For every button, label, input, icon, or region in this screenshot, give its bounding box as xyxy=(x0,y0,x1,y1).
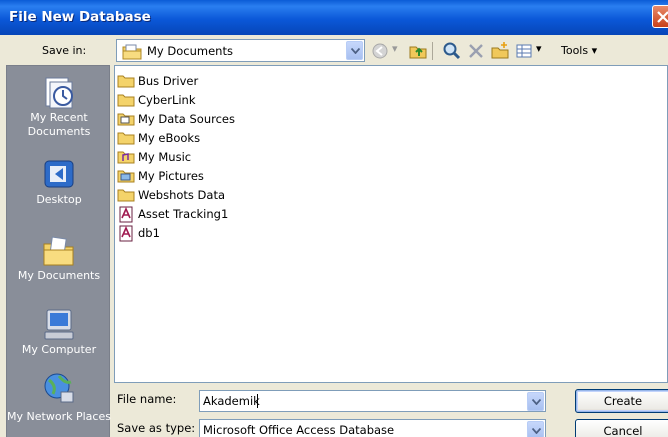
file-name: My Pictures xyxy=(138,169,204,183)
window-title: File New Database xyxy=(9,9,151,25)
chevron-down-icon xyxy=(532,399,541,405)
title-bar[interactable]: File New Database xyxy=(0,0,668,35)
toolbar: ▾ ▾ Tools ▾ xyxy=(368,40,668,62)
folder-icon xyxy=(117,94,135,107)
my-documents-folder-icon xyxy=(122,44,142,60)
search-web-icon xyxy=(443,42,461,60)
place-desktop[interactable]: Desktop xyxy=(7,158,111,210)
text-caret xyxy=(257,394,258,408)
delete-icon xyxy=(469,44,483,58)
close-button[interactable] xyxy=(652,5,668,28)
close-icon xyxy=(657,11,668,23)
music-folder-icon xyxy=(117,151,135,164)
back-dropdown-icon[interactable]: ▾ xyxy=(392,42,398,55)
file-name: db1 xyxy=(138,226,160,240)
cancel-button-label: Cancel xyxy=(603,424,643,437)
my-computer-icon xyxy=(44,309,74,340)
save-as-type-value: Microsoft Office Access Database xyxy=(203,423,395,437)
file-name: Webshots Data xyxy=(138,188,226,202)
folder-icon xyxy=(117,189,135,202)
access-database-icon xyxy=(119,225,133,242)
places-bar: My Recent Documents Desktop My Documents… xyxy=(6,65,111,437)
file-name: Bus Driver xyxy=(138,74,199,88)
views-button[interactable] xyxy=(514,41,534,61)
file-name: CyberLink xyxy=(138,93,196,107)
access-database-icon xyxy=(119,206,133,223)
file-name: Asset Tracking1 xyxy=(138,207,229,221)
file-name-dropdown-arrow[interactable] xyxy=(527,392,544,411)
file-name-value: Akademik xyxy=(203,394,260,408)
place-label: My Documents xyxy=(17,269,101,282)
new-folder-icon xyxy=(491,42,509,59)
file-name: My eBooks xyxy=(138,131,201,145)
back-button[interactable] xyxy=(370,41,390,61)
recent-documents-icon xyxy=(45,77,73,109)
delete-button[interactable] xyxy=(466,41,486,61)
place-label: My Computer xyxy=(21,343,97,356)
views-icon xyxy=(516,44,532,58)
create-button[interactable]: Create xyxy=(575,389,668,413)
place-label: My Network Places xyxy=(7,410,111,423)
place-my-computer[interactable]: My Computer xyxy=(7,308,111,360)
save-as-type-dropdown-arrow[interactable] xyxy=(527,421,544,437)
folder-icon xyxy=(117,132,135,145)
place-my-recent-documents[interactable]: My Recent Documents xyxy=(7,76,111,152)
views-dropdown-icon[interactable]: ▾ xyxy=(536,42,542,55)
pictures-folder-icon xyxy=(117,170,135,183)
back-icon xyxy=(372,43,388,59)
file-name: My Data Sources xyxy=(138,112,235,126)
tools-menu[interactable]: Tools ▾ xyxy=(561,44,597,57)
search-web-button[interactable] xyxy=(442,41,462,61)
place-my-documents[interactable]: My Documents xyxy=(7,234,111,286)
save-in-dropdown[interactable]: My Documents xyxy=(116,39,365,62)
up-one-level-button[interactable] xyxy=(408,41,428,61)
new-folder-button[interactable] xyxy=(490,41,510,61)
file-name-label: File name: xyxy=(117,392,177,406)
save-as-type-dropdown[interactable]: Microsoft Office Access Database xyxy=(199,419,546,437)
folder-icon xyxy=(117,75,135,88)
my-documents-icon xyxy=(43,236,74,266)
place-label: My Recent Documents xyxy=(27,111,91,138)
toolbar-separator xyxy=(432,42,433,60)
save-in-label: Save in: xyxy=(42,44,87,57)
save-as-type-label: Save as type: xyxy=(117,421,196,435)
chevron-down-icon xyxy=(351,48,360,54)
data-sources-folder-icon xyxy=(117,113,135,126)
save-in-value: My Documents xyxy=(147,44,233,58)
create-button-label: Create xyxy=(603,394,643,408)
file-name: My Music xyxy=(138,150,192,164)
file-name-input[interactable]: Akademik xyxy=(199,390,546,412)
up-folder-icon xyxy=(409,46,427,59)
cancel-button[interactable]: Cancel xyxy=(575,419,668,437)
place-my-network-places[interactable]: My Network Places xyxy=(7,372,111,437)
desktop-icon xyxy=(44,160,74,188)
network-places-icon xyxy=(44,373,74,403)
file-list[interactable]: Bus Driver CyberLink My Data Sources My … xyxy=(114,65,668,383)
chevron-down-icon xyxy=(532,428,541,434)
place-label: Desktop xyxy=(36,193,82,206)
save-in-dropdown-arrow[interactable] xyxy=(346,41,363,60)
